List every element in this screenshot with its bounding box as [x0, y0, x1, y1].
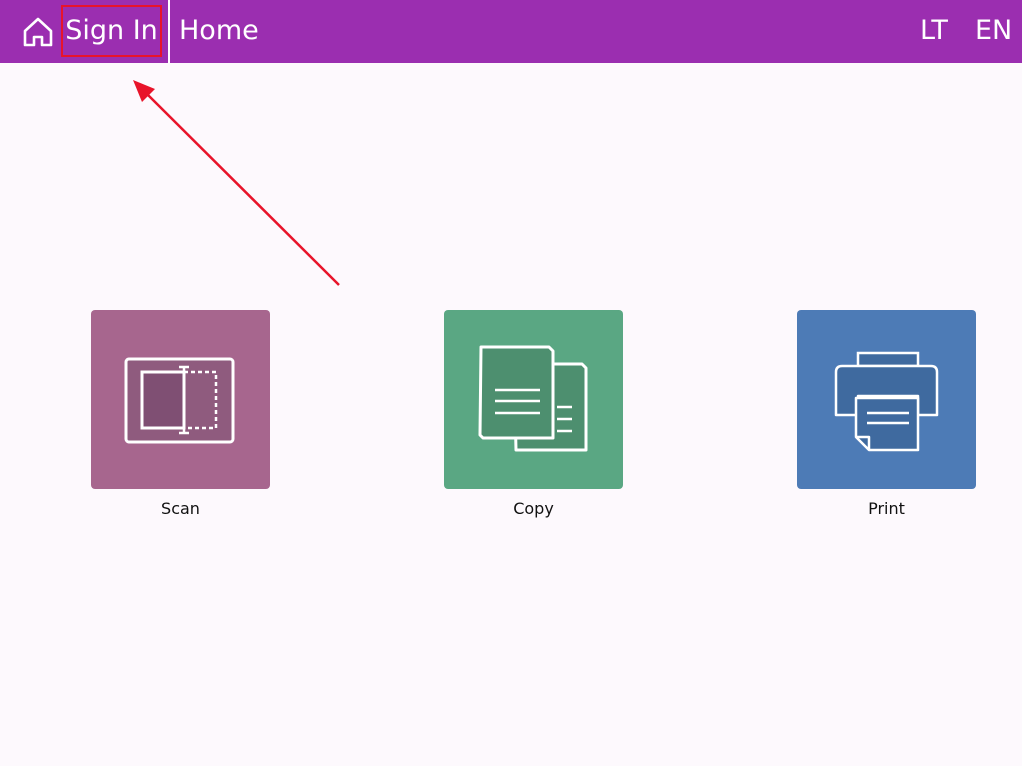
- copy-icon: [478, 345, 588, 452]
- print-tile[interactable]: [797, 310, 976, 489]
- language-lt-button[interactable]: LT: [920, 10, 948, 52]
- print-icon: [834, 351, 939, 452]
- copy-tile[interactable]: [444, 310, 623, 489]
- page-title: Home: [179, 15, 259, 46]
- home-button[interactable]: [18, 12, 58, 52]
- print-label: Print: [868, 499, 905, 518]
- sign-in-button[interactable]: Sign In: [61, 5, 162, 57]
- scan-label: Scan: [161, 499, 200, 518]
- home-icon: [23, 17, 53, 47]
- header-divider: [168, 0, 170, 63]
- copy-label: Copy: [513, 499, 554, 518]
- scan-tile[interactable]: [91, 310, 270, 489]
- top-bar: Sign In Home LT EN: [0, 0, 1022, 63]
- language-en-button[interactable]: EN: [975, 10, 1012, 52]
- scan-icon: [124, 357, 235, 444]
